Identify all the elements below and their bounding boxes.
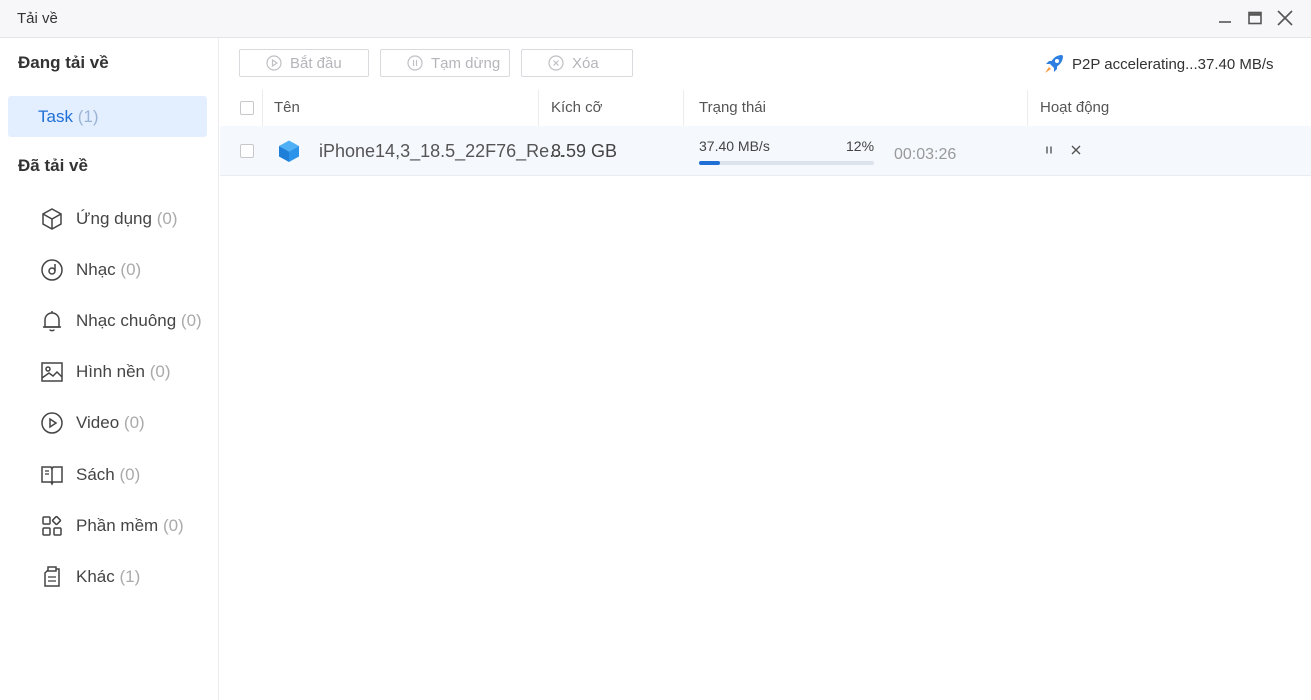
column-size[interactable]: Kích cỡ (551, 99, 603, 116)
sidebar-item-task[interactable]: Task (1) (8, 96, 207, 137)
delete-circle-icon (548, 55, 564, 71)
delete-button[interactable]: Xóa (521, 49, 633, 77)
play-circle-icon (266, 55, 282, 71)
progress-fill (699, 161, 720, 165)
sidebar-item-ringtones[interactable]: Nhạc chuông (0) (36, 304, 216, 338)
rocket-icon (1045, 55, 1063, 73)
file-name: iPhone14,3_18.5_22F76_Re... (319, 141, 565, 161)
sidebar-item-music[interactable]: Nhạc (0) (36, 253, 216, 287)
table-row[interactable]: iPhone14,3_18.5_22F76_Re... 8.59 GB 37.4… (220, 126, 1311, 176)
clipboard-icon (44, 566, 60, 587)
cancel-icon[interactable] (1069, 143, 1083, 157)
row-checkbox[interactable] (240, 144, 254, 158)
sidebar: Đang tải về Task (1) Đã tải về Ứng dụng … (0, 38, 219, 700)
close-icon[interactable] (1276, 9, 1294, 27)
sidebar-item-software[interactable]: Phần mềm (0) (36, 509, 216, 543)
downloading-section-title: Đang tải về (18, 53, 109, 72)
file-size: 8.59 GB (551, 141, 618, 161)
downloaded-section-title: Đã tải về (18, 156, 88, 175)
main-panel: Bắt đầu Tạm dừng Xóa P2P accelerating...… (220, 38, 1311, 700)
table-header: Tên Kích cỡ Trạng thái Hoạt động (220, 90, 1311, 126)
window-title: Tải về (17, 10, 58, 27)
grid-apps-icon (42, 515, 62, 536)
play-circle-icon (41, 412, 63, 434)
bell-icon (43, 311, 61, 332)
progress-bar (699, 161, 874, 165)
image-icon (41, 362, 63, 382)
maximize-icon[interactable] (1246, 9, 1264, 27)
pause-icon[interactable] (1042, 143, 1056, 157)
column-action: Hoạt động (1040, 99, 1110, 116)
sidebar-item-apps[interactable]: Ứng dụng (0) (36, 202, 216, 236)
sidebar-item-label: Task (1) (38, 107, 99, 126)
column-status[interactable]: Trạng thái (699, 99, 766, 116)
sidebar-item-video[interactable]: Video (0) (36, 406, 216, 440)
download-speed: 37.40 MB/s (699, 138, 770, 154)
book-icon (41, 466, 63, 486)
download-percent: 12% (846, 138, 875, 154)
sidebar-item-wallpapers[interactable]: Hình nền (0) (36, 355, 216, 389)
sidebar-item-other[interactable]: Khác (1) (36, 560, 216, 594)
app-cube-icon (42, 208, 62, 230)
pause-button[interactable]: Tạm dừng (380, 49, 510, 77)
minimize-icon[interactable] (1216, 9, 1234, 27)
select-all-checkbox[interactable] (240, 101, 254, 115)
sidebar-item-books[interactable]: Sách (0) (36, 458, 216, 492)
music-disc-icon (41, 259, 63, 281)
pause-circle-icon (407, 55, 423, 71)
time-remaining: 00:03:26 (894, 146, 957, 163)
app-package-icon (279, 140, 299, 162)
column-name[interactable]: Tên (274, 99, 300, 116)
title-bar: Tải về (0, 0, 1311, 38)
start-button[interactable]: Bắt đầu (239, 49, 369, 77)
